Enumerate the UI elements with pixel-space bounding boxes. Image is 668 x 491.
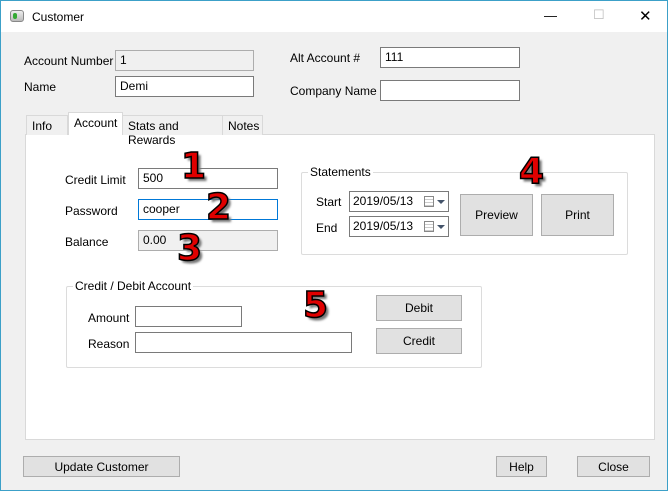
credit-limit-field[interactable]: 500	[138, 168, 278, 189]
app-icon	[10, 10, 24, 22]
annotation-4: 4	[518, 151, 545, 192]
debit-button[interactable]: Debit	[376, 295, 462, 321]
annotation-5: 5	[302, 285, 329, 326]
start-label: Start	[316, 195, 342, 209]
tab-notes[interactable]: Notes	[222, 115, 263, 135]
print-button[interactable]: Print	[541, 194, 614, 236]
company-name-field[interactable]	[380, 80, 520, 101]
balance-field[interactable]: 0.00	[138, 230, 278, 251]
title-bar: Customer — ☐ ✕	[1, 1, 667, 32]
minimize-button[interactable]: —	[544, 8, 557, 23]
customer-window: Customer — ☐ ✕ Account Number 1 Name Dem…	[0, 0, 668, 491]
close-button[interactable]: Close	[577, 456, 650, 477]
credit-limit-label: Credit Limit	[65, 173, 126, 187]
account-number-field[interactable]: 1	[115, 50, 254, 71]
credit-debit-title: Credit / Debit Account	[73, 279, 194, 293]
credit-button[interactable]: Credit	[376, 328, 462, 354]
alt-account-label: Alt Account #	[290, 51, 361, 65]
calendar-icon	[424, 196, 434, 207]
reason-label: Reason	[88, 337, 130, 351]
reason-field[interactable]	[135, 332, 352, 353]
annotation-1: 1	[180, 146, 207, 187]
account-number-label: Account Number	[24, 54, 114, 68]
close-window-button[interactable]: ✕	[639, 7, 652, 25]
end-date-picker[interactable]: 2019/05/13	[349, 216, 449, 237]
alt-account-field[interactable]: 111	[380, 47, 520, 68]
preview-button[interactable]: Preview	[460, 194, 533, 236]
help-button[interactable]: Help	[496, 456, 547, 477]
amount-label: Amount	[88, 311, 130, 325]
annotation-2: 2	[205, 187, 232, 228]
balance-label: Balance	[65, 235, 109, 249]
tab-account[interactable]: Account	[68, 112, 123, 135]
start-date-value: 2019/05/13	[353, 194, 414, 208]
end-label: End	[316, 221, 338, 235]
start-date-picker[interactable]: 2019/05/13	[349, 191, 449, 212]
tab-info[interactable]: Info	[26, 115, 68, 135]
company-name-label: Company Name	[290, 84, 377, 98]
annotation-3: 3	[176, 228, 203, 269]
tab-stats-and-rewards[interactable]: Stats and Rewards	[122, 115, 223, 147]
chevron-down-icon[interactable]	[437, 225, 445, 229]
amount-field[interactable]	[135, 306, 242, 327]
chevron-down-icon[interactable]	[437, 200, 445, 204]
calendar-icon	[424, 221, 434, 232]
maximize-button[interactable]: ☐	[593, 7, 605, 23]
window-title: Customer	[32, 10, 85, 24]
password-label: Password	[65, 204, 118, 218]
end-date-value: 2019/05/13	[353, 219, 414, 233]
statements-title: Statements	[308, 165, 373, 179]
name-field[interactable]: Demi	[115, 76, 254, 97]
name-label: Name	[24, 80, 57, 94]
update-customer-button[interactable]: Update Customer	[23, 456, 180, 477]
